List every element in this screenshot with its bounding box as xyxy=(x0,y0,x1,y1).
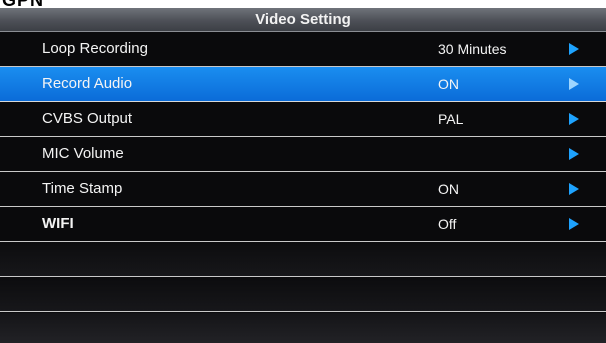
menu-title: Video Setting xyxy=(0,8,606,32)
menu-item-label: Time Stamp xyxy=(42,180,123,197)
chevron-right-icon xyxy=(569,183,579,195)
top-edge-fragment: GPN xyxy=(0,0,606,8)
menu-empty-row xyxy=(0,242,606,277)
chevron-right-icon xyxy=(569,113,579,125)
menu-item-value: 30 Minutes xyxy=(438,41,507,57)
menu-item-cvbs-output[interactable]: CVBS Output PAL xyxy=(0,102,606,137)
chevron-right-icon xyxy=(569,43,579,55)
menu-item-value: ON xyxy=(438,181,459,197)
chevron-right-icon xyxy=(569,148,579,160)
menu-item-record-audio[interactable]: Record Audio ON xyxy=(0,67,606,102)
menu-item-label: Record Audio xyxy=(42,75,133,92)
menu-item-value: Off xyxy=(438,216,457,232)
menu-item-mic-volume[interactable]: MIC Volume xyxy=(0,137,606,172)
chevron-right-icon xyxy=(569,218,579,230)
menu-item-value: ON xyxy=(438,76,459,92)
device-screen: Video Setting Loop Recording 30 Minutes … xyxy=(0,8,606,343)
menu-empty-row xyxy=(0,277,606,312)
menu-item-time-stamp[interactable]: Time Stamp ON xyxy=(0,172,606,207)
menu-item-value: PAL xyxy=(438,111,464,127)
menu-bottom-area xyxy=(0,313,606,343)
chevron-right-icon xyxy=(569,78,579,90)
menu-item-label: MIC Volume xyxy=(42,145,124,162)
menu-item-loop-recording[interactable]: Loop Recording 30 Minutes xyxy=(0,32,606,67)
top-fragment-text: GPN xyxy=(2,0,44,8)
menu-item-label: CVBS Output xyxy=(42,110,133,127)
menu-item-label: WIFI xyxy=(42,215,74,232)
menu-item-label: Loop Recording xyxy=(42,40,148,57)
menu-item-wifi[interactable]: WIFI Off xyxy=(0,207,606,242)
settings-menu: Loop Recording 30 Minutes Record Audio O… xyxy=(0,32,606,312)
